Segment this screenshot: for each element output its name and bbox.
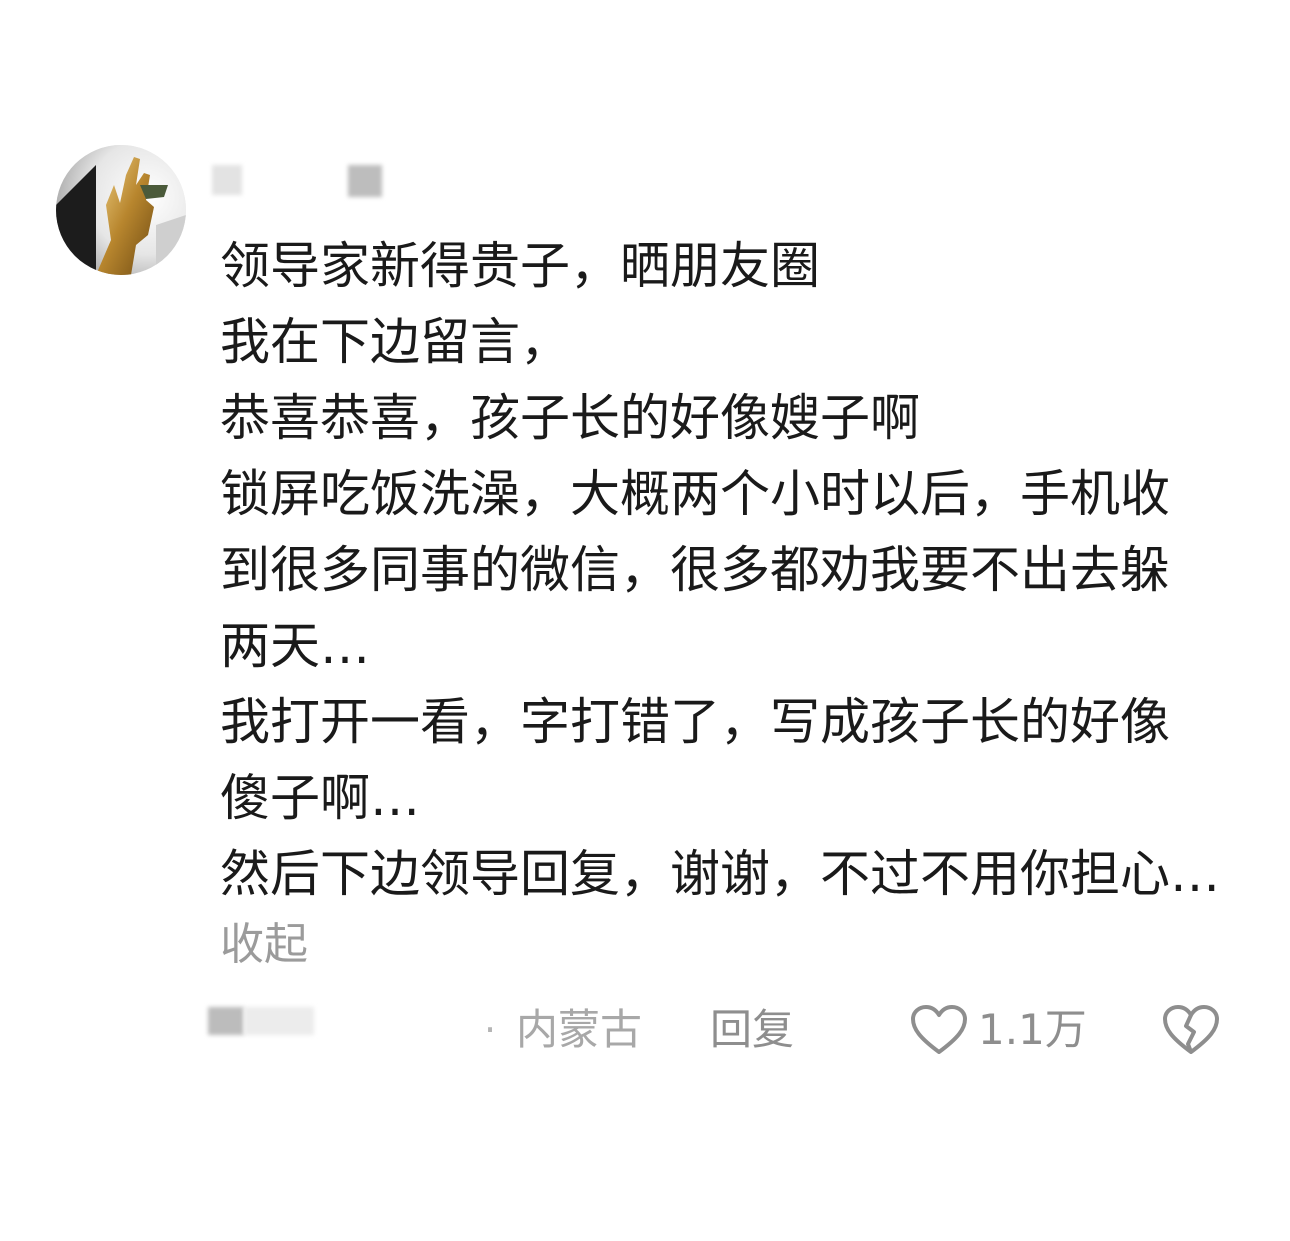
avatar-image	[56, 145, 186, 275]
comment-text: 领导家新得贵子，晒朋友圈 我在下边留言， 恭喜恭喜，孩子长的好像嫂子啊 锁屏吃饭…	[220, 228, 1250, 912]
comment-line: 两天…	[220, 617, 370, 675]
heart-outline-icon	[911, 1005, 967, 1054]
timestamp-blur-block-1	[208, 1007, 244, 1035]
reply-button[interactable]: 回复	[710, 995, 794, 1065]
avatar[interactable]	[56, 145, 186, 275]
username-blurred[interactable]	[212, 165, 392, 197]
comment-line: 然后下边领导回复，谢谢，不过不用你担心…	[220, 845, 1220, 903]
comment-item: 领导家新得贵子，晒朋友圈 我在下边留言， 恭喜恭喜，孩子长的好像嫂子啊 锁屏吃饭…	[0, 0, 1290, 1241]
timestamp-blur-block-2	[244, 1007, 314, 1035]
username-blur-block-1	[212, 165, 242, 195]
like-button[interactable]: 1.1万	[910, 995, 1087, 1065]
comment-line: 锁屏吃饭洗澡，大概两个小时以后，手机收	[220, 465, 1170, 523]
like-count: 1.1万	[978, 1005, 1087, 1054]
broken-heart-icon	[1163, 1005, 1219, 1054]
collapse-button[interactable]: 收起	[220, 915, 308, 975]
comment-line: 傻子啊…	[220, 769, 420, 827]
username-blur-block-2	[348, 165, 382, 197]
dislike-button[interactable]	[1162, 995, 1220, 1065]
comment-line: 恭喜恭喜，孩子长的好像嫂子啊	[220, 389, 920, 447]
comment-line: 到很多同事的微信，很多都劝我要不出去躲	[220, 541, 1170, 599]
comment-meta-bar: · 内蒙古 回复 1.1万	[0, 995, 1290, 1065]
ip-location: 内蒙古	[516, 1005, 643, 1054]
timestamp-blurred	[208, 1003, 318, 1035]
comment-line: 我打开一看，字打错了，写成孩子长的好像	[220, 693, 1170, 751]
meta-separator: ·	[484, 1008, 497, 1052]
comment-line: 领导家新得贵子，晒朋友圈	[220, 237, 820, 295]
comment-line: 我在下边留言，	[220, 313, 570, 371]
